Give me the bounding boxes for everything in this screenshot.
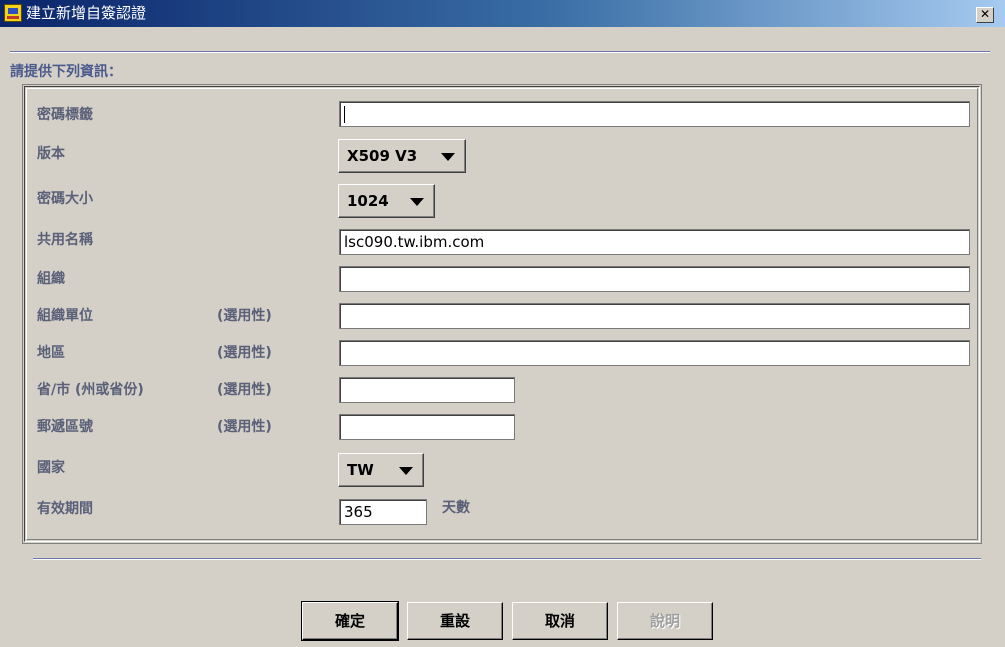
key-size-selected-value: 1024 <box>347 192 389 210</box>
key-label-label: 密碼標籤 <box>37 107 93 123</box>
org-unit-label: 組織單位 <box>37 308 93 324</box>
reset-button[interactable]: 重設 <box>407 602 503 640</box>
app-certificate-icon <box>4 4 22 22</box>
common-name-input[interactable]: lsc090.tw.ibm.com <box>339 229 970 255</box>
country-dropdown[interactable]: TW <box>338 453 424 487</box>
org-unit-input[interactable] <box>339 303 970 329</box>
version-dropdown[interactable]: X509 V3 <box>338 139 466 173</box>
bottom-divider <box>33 558 981 560</box>
org-unit-optional-tag: (選用性) <box>217 308 272 324</box>
title-bar: 建立新增自簽認證 ✕ <box>0 0 1005 27</box>
cancel-button[interactable]: 取消 <box>512 602 608 640</box>
country-selected-value: TW <box>347 461 374 479</box>
validity-unit: 天數 <box>442 500 470 516</box>
locality-label: 地區 <box>37 345 65 361</box>
section-title: 請提供下列資訊： <box>10 64 122 80</box>
triangle-down-icon <box>399 467 413 475</box>
organization-input[interactable] <box>339 266 970 292</box>
zip-optional-tag: (選用性) <box>217 419 272 435</box>
key-label-input[interactable] <box>339 101 970 127</box>
validity-input[interactable]: 365 <box>339 499 427 525</box>
close-icon: ✕ <box>979 7 991 21</box>
locality-optional-tag: (選用性) <box>217 345 272 361</box>
text-caret <box>344 106 345 123</box>
window-title: 建立新增自簽認證 <box>26 4 147 22</box>
common-name-label: 共用名稱 <box>37 232 93 248</box>
version-label: 版本 <box>37 146 65 162</box>
triangle-down-icon <box>441 153 455 161</box>
organization-label: 組織 <box>37 271 65 287</box>
close-button[interactable]: ✕ <box>976 7 994 23</box>
zip-input[interactable] <box>339 414 515 440</box>
triangle-down-icon <box>410 198 424 206</box>
locality-input[interactable] <box>339 340 970 366</box>
state-optional-tag: (選用性) <box>217 382 272 398</box>
ok-button[interactable]: 確定 <box>301 601 399 641</box>
zip-label: 郵遞區號 <box>37 419 93 435</box>
help-button[interactable]: 說明 <box>617 602 713 640</box>
key-size-label: 密碼大小 <box>37 191 93 207</box>
state-input[interactable] <box>339 377 515 403</box>
country-label: 國家 <box>37 460 65 476</box>
state-label: 省/市 (州或省份) <box>37 382 144 398</box>
version-selected-value: X509 V3 <box>347 147 418 165</box>
top-divider <box>10 51 990 53</box>
key-size-dropdown[interactable]: 1024 <box>338 184 435 218</box>
validity-label: 有效期間 <box>37 501 93 517</box>
